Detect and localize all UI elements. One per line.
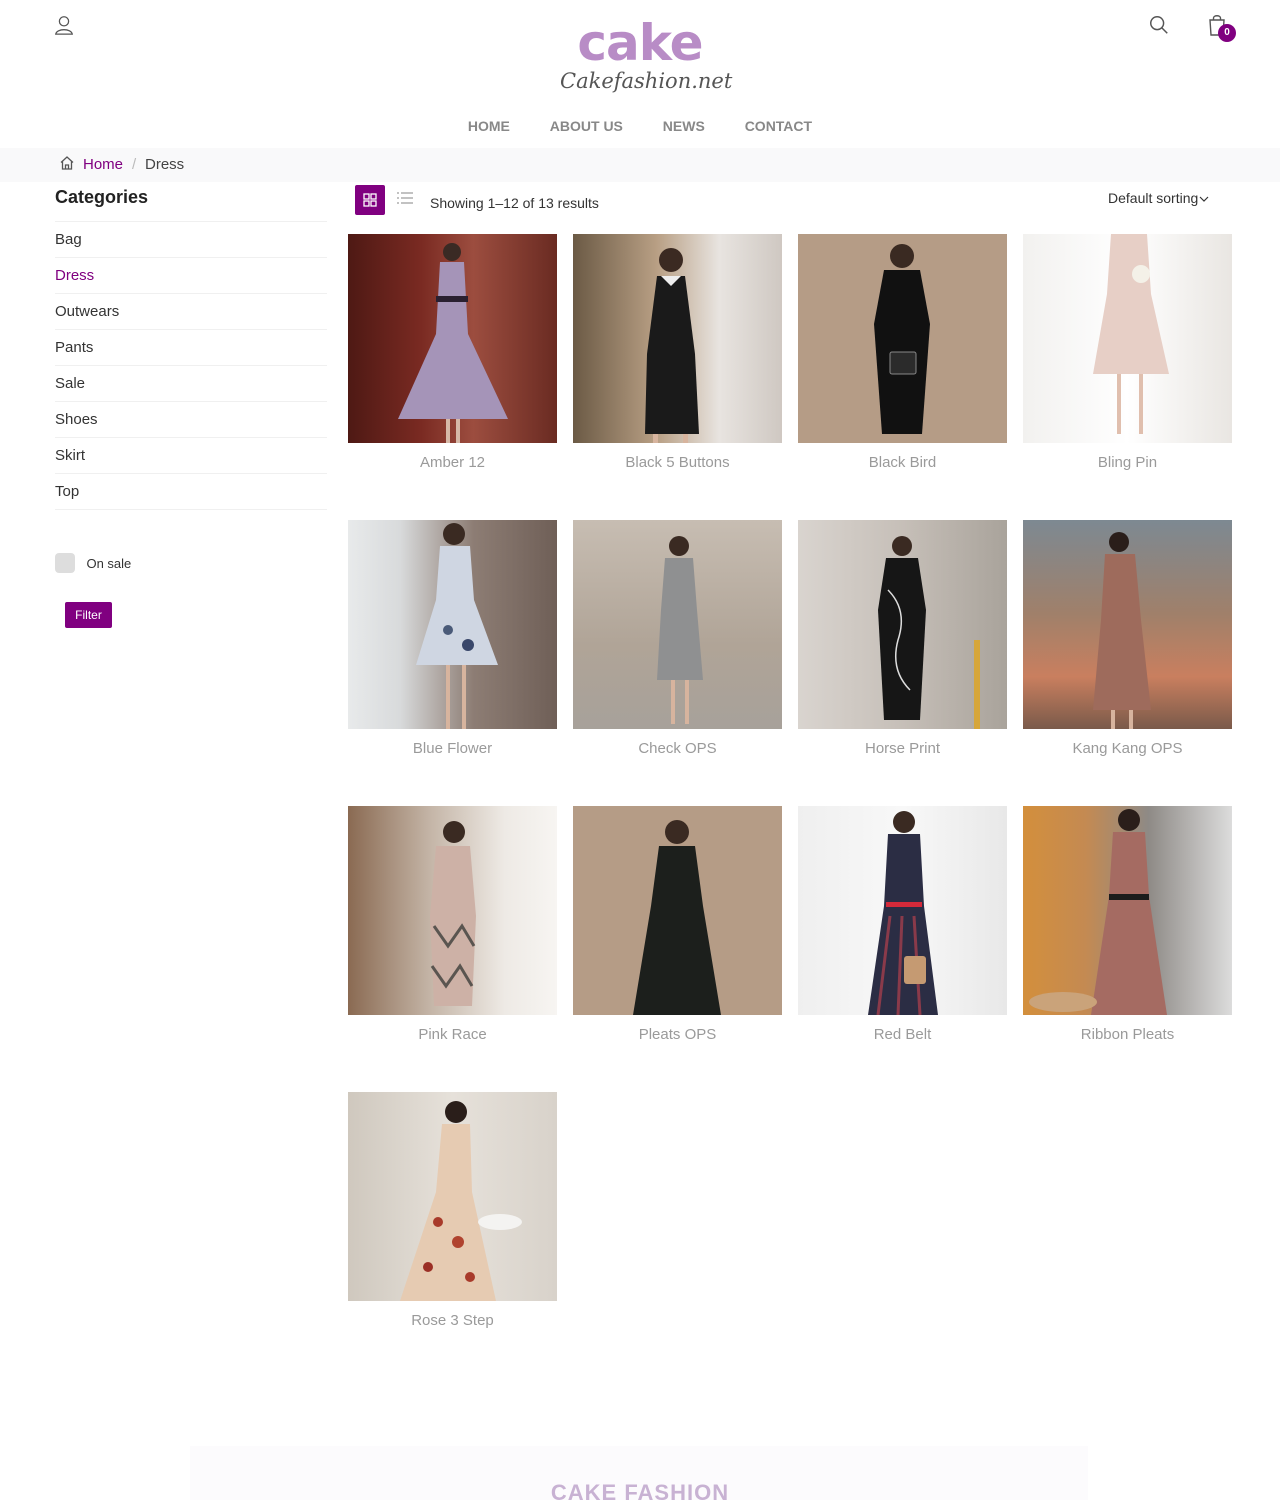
product-card[interactable]: Pleats OPS bbox=[573, 806, 782, 1043]
product-card[interactable]: Horse Print bbox=[798, 520, 1007, 757]
product-name[interactable]: Black 5 Buttons bbox=[573, 454, 782, 471]
product-name[interactable]: Pleats OPS bbox=[573, 1026, 782, 1043]
product-card[interactable]: Black 5 Buttons bbox=[573, 234, 782, 471]
product-image[interactable] bbox=[348, 1092, 557, 1301]
footer-title: CAKE FASHION bbox=[550, 1480, 730, 1500]
product-card[interactable]: Black Bird bbox=[798, 234, 1007, 471]
product-card[interactable]: Rose 3 Step bbox=[348, 1092, 557, 1329]
product-image[interactable] bbox=[1023, 234, 1232, 443]
product-card[interactable]: Bling Pin bbox=[1023, 234, 1232, 471]
logo-sub-text: Cakefashion.net bbox=[560, 69, 733, 93]
product-image[interactable] bbox=[573, 806, 782, 1015]
product-image[interactable] bbox=[573, 234, 782, 443]
list-view-button[interactable] bbox=[392, 185, 418, 211]
product-card[interactable]: Ribbon Pleats bbox=[1023, 806, 1232, 1043]
category-item-skirt[interactable]: Skirt bbox=[55, 438, 327, 474]
product-image[interactable] bbox=[348, 234, 557, 443]
nav-item-about-us[interactable]: ABOUT US bbox=[550, 118, 623, 134]
main-nav: HOME ABOUT US NEWS CONTACT bbox=[0, 118, 1280, 134]
category-item-sale[interactable]: Sale bbox=[55, 366, 327, 402]
category-item-bag[interactable]: Bag bbox=[55, 222, 327, 258]
sorting-select[interactable]: Default sorting bbox=[1108, 190, 1209, 206]
product-name[interactable]: Bling Pin bbox=[1023, 454, 1232, 471]
product-image[interactable] bbox=[798, 520, 1007, 729]
on-sale-filter[interactable]: On sale bbox=[55, 553, 131, 573]
user-icon[interactable] bbox=[53, 14, 75, 36]
product-name[interactable]: Blue Flower bbox=[348, 740, 557, 757]
breadcrumb-current: Dress bbox=[145, 156, 185, 173]
list-icon bbox=[397, 192, 413, 204]
nav-item-contact[interactable]: CONTACT bbox=[745, 118, 812, 134]
product-name[interactable]: Black Bird bbox=[798, 454, 1007, 471]
product-card[interactable]: Blue Flower bbox=[348, 520, 557, 757]
product-name[interactable]: Horse Print bbox=[798, 740, 1007, 757]
product-card[interactable]: Check OPS bbox=[573, 520, 782, 757]
product-name[interactable]: Kang Kang OPS bbox=[1023, 740, 1232, 757]
grid-icon bbox=[363, 193, 377, 207]
category-item-pants[interactable]: Pants bbox=[55, 330, 327, 366]
product-image[interactable] bbox=[348, 806, 557, 1015]
product-name[interactable]: Red Belt bbox=[798, 1026, 1007, 1043]
product-image[interactable] bbox=[798, 806, 1007, 1015]
product-image[interactable] bbox=[573, 520, 782, 729]
category-sidebar: Categories Bag Dress Outwears Pants Sale… bbox=[55, 186, 327, 510]
filter-button[interactable]: Filter bbox=[65, 602, 112, 628]
home-icon[interactable] bbox=[59, 155, 75, 171]
categories-heading: Categories bbox=[55, 186, 327, 222]
cart-count-badge: 0 bbox=[1218, 24, 1236, 42]
product-image[interactable] bbox=[798, 234, 1007, 443]
breadcrumb: Home / Dress bbox=[0, 148, 1280, 182]
product-name[interactable]: Amber 12 bbox=[348, 454, 557, 471]
category-item-shoes[interactable]: Shoes bbox=[55, 402, 327, 438]
product-name[interactable]: Rose 3 Step bbox=[348, 1312, 557, 1329]
category-item-top[interactable]: Top bbox=[55, 474, 327, 510]
breadcrumb-home-link[interactable]: Home bbox=[83, 156, 123, 173]
nav-item-home[interactable]: HOME bbox=[468, 118, 510, 134]
product-card[interactable]: Kang Kang OPS bbox=[1023, 520, 1232, 757]
site-logo[interactable]: cake Cakefashion.net bbox=[560, 14, 733, 98]
product-card[interactable]: Amber 12 bbox=[348, 234, 557, 471]
product-card[interactable]: Pink Race bbox=[348, 806, 557, 1043]
product-image[interactable] bbox=[1023, 806, 1232, 1015]
results-count: Showing 1–12 of 13 results bbox=[430, 195, 599, 211]
category-item-outwears[interactable]: Outwears bbox=[55, 294, 327, 330]
breadcrumb-separator: / bbox=[132, 156, 137, 173]
product-name[interactable]: Check OPS bbox=[573, 740, 782, 757]
product-image[interactable] bbox=[1023, 520, 1232, 729]
site-header: cake Cakefashion.net 0 bbox=[0, 0, 1280, 110]
product-name[interactable]: Pink Race bbox=[348, 1026, 557, 1043]
on-sale-checkbox[interactable] bbox=[55, 553, 75, 573]
on-sale-label: On sale bbox=[86, 555, 132, 571]
nav-item-news[interactable]: NEWS bbox=[663, 118, 705, 134]
search-icon[interactable] bbox=[1148, 14, 1170, 36]
chevron-down-icon bbox=[1199, 196, 1209, 203]
product-card[interactable]: Red Belt bbox=[798, 806, 1007, 1043]
sorting-label: Default sorting bbox=[1108, 190, 1199, 206]
product-name[interactable]: Ribbon Pleats bbox=[1023, 1026, 1232, 1043]
category-item-dress[interactable]: Dress bbox=[55, 258, 327, 294]
grid-view-button[interactable] bbox=[355, 185, 385, 215]
product-image[interactable] bbox=[348, 520, 557, 729]
logo-main-text: cake bbox=[577, 14, 703, 72]
